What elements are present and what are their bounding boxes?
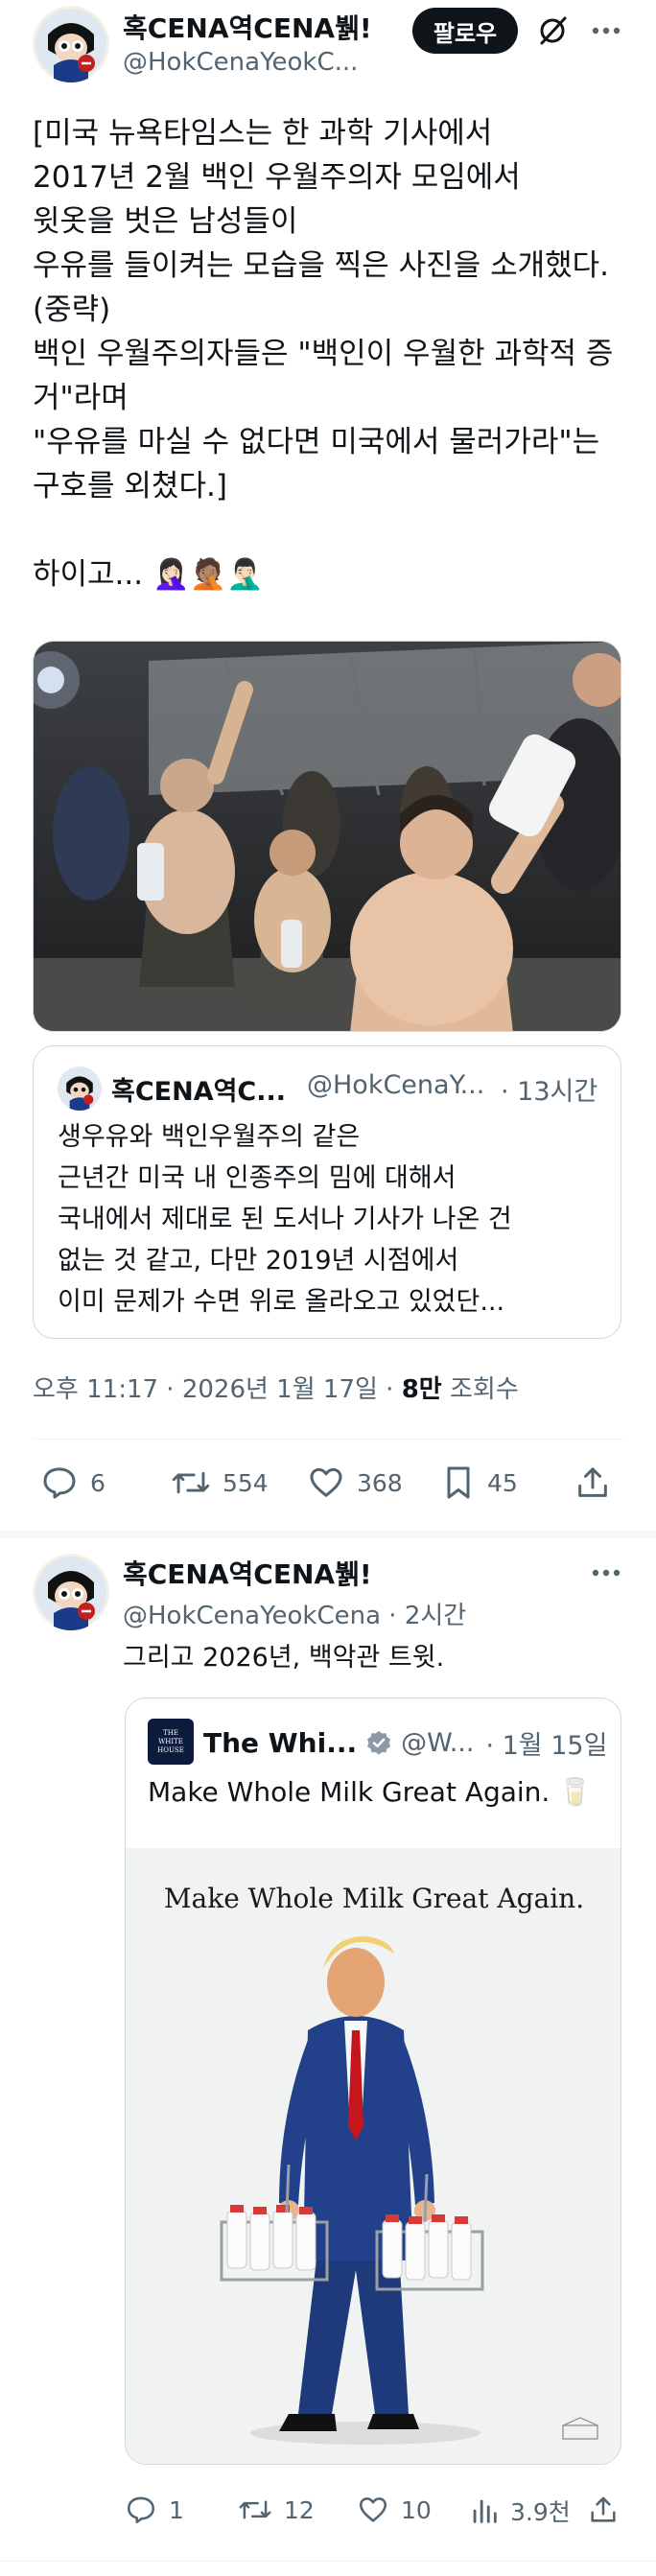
facepalm-emoji: 🤦🏻‍♀️🤦🏽🤦🏻‍♂️	[152, 557, 264, 592]
author-handle[interactable]: @HokCenaYeokC...	[123, 48, 358, 77]
follow-button[interactable]: 팔로우	[412, 8, 518, 54]
tweet-body: [미국 뉴욕타임스는 한 과학 기사에서 2017년 2월 백인 우월주의자 모…	[33, 116, 614, 592]
reply-like-button[interactable]: 10	[357, 2494, 432, 2526]
reply-text: 그리고 2026년, 백악관 트윗.	[123, 1643, 445, 1673]
reply-repost-button[interactable]: 12	[238, 2494, 315, 2526]
quoted-avatar[interactable]	[58, 1066, 102, 1111]
tweet-timestamp[interactable]: 오후 11:17 · 2026년 1월 17일 · 8만 조회수	[33, 1370, 519, 1405]
quoted-author-handle[interactable]: @HokCenaY...	[307, 1070, 484, 1100]
author-name[interactable]: 혹CENA역CENA뷁!	[123, 8, 372, 46]
like-button[interactable]: 368	[307, 1464, 403, 1502]
reply-handle-text[interactable]: @HokCenaYeokCena	[123, 1602, 381, 1630]
reply-icon	[127, 2496, 155, 2524]
quoted-avatar-image	[58, 1066, 102, 1111]
views-count: 8만	[401, 1375, 442, 1404]
reply-button[interactable]: 6	[40, 1464, 105, 1502]
like-count: 368	[357, 1468, 403, 1497]
reply-avatar[interactable]	[33, 1554, 109, 1630]
grok-icon[interactable]	[533, 12, 572, 50]
reply-avatar-image	[33, 1554, 109, 1630]
reply-quote-time[interactable]: · 1월 15일	[485, 1724, 607, 1762]
reply-quote-text: Make Whole Milk Great Again. 🥛	[148, 1776, 593, 1808]
reply-reply-button[interactable]: 1	[125, 2494, 184, 2526]
share-icon	[578, 1467, 607, 1497]
repost-icon	[172, 1471, 210, 1494]
tweet-photo[interactable]	[33, 641, 621, 1032]
repost-button[interactable]: 554	[171, 1464, 269, 1502]
reply-like-count: 10	[401, 2495, 432, 2524]
reply-reply-count: 1	[169, 2495, 184, 2524]
quoted-author-name[interactable]: 혹CENA역C...	[111, 1070, 286, 1108]
bookmark-button[interactable]: 45	[441, 1464, 518, 1502]
verified-badge-icon	[367, 1730, 391, 1755]
reply-quote-handle[interactable]: @W...	[401, 1728, 474, 1758]
reply-author-handle[interactable]: @HokCenaYeokCena · 2시간	[123, 1596, 466, 1631]
reply-more-options-icon[interactable]	[587, 1556, 625, 1590]
analytics-icon	[473, 2499, 497, 2523]
reply-quote-header: The Whi... @W... · 1월 15일	[203, 1724, 607, 1762]
reply-share-button[interactable]	[587, 2494, 631, 2526]
tweet-text: [미국 뉴욕타임스는 한 과학 기사에서 2017년 2월 백인 우월주의자 모…	[33, 111, 632, 597]
reply-views-count: 3.9천	[510, 2498, 571, 2526]
share-button[interactable]	[574, 1464, 623, 1502]
milk-ad-illustration	[126, 1848, 621, 2464]
reply-repost-count: 12	[284, 2495, 315, 2524]
reply-author-name[interactable]: 혹CENA역CENA뷁!	[123, 1554, 372, 1592]
timestamp-text[interactable]: 오후 11:17 · 2026년 1월 17일 ·	[33, 1375, 402, 1404]
repost-count: 554	[223, 1468, 269, 1497]
reply-count: 6	[90, 1468, 105, 1497]
reply-time[interactable]: · 2시간	[388, 1602, 466, 1630]
avatar-image	[33, 6, 109, 82]
heart-icon	[359, 2497, 387, 2522]
repost-icon	[239, 2500, 271, 2519]
thread-separator	[0, 1531, 656, 1538]
bottom-divider	[0, 2561, 656, 2562]
bookmark-icon	[447, 1466, 470, 1499]
quoted-text: 생우유와 백인우월주의 같은 근년간 미국 내 인종주의 밈에 대해서 국내에서…	[58, 1122, 512, 1317]
bookmark-count: 45	[487, 1468, 518, 1497]
white-house-logo-text: THE WHITE HOUSE	[157, 1728, 184, 1754]
milk-ad-image[interactable]: Make Whole Milk Great Again.	[126, 1848, 621, 2464]
reply-quoted-tweet[interactable]: Make Whole Milk Great Again.	[125, 1698, 621, 2465]
milk-ad-caption: Make Whole Milk Great Again.	[163, 1883, 585, 1914]
white-house-logo[interactable]: THE WHITE HOUSE	[148, 1719, 194, 1765]
share-icon	[591, 2496, 616, 2522]
protest-photo-image	[34, 642, 621, 1031]
heart-icon	[310, 1467, 342, 1497]
avatar[interactable]	[33, 6, 109, 82]
divider	[33, 1439, 623, 1440]
quoted-time[interactable]: · 13시간	[501, 1070, 597, 1108]
views-label: 조회수	[441, 1375, 519, 1404]
reply-icon	[43, 1467, 76, 1499]
more-options-icon[interactable]	[587, 12, 625, 50]
reply-views-button[interactable]: 3.9천	[470, 2494, 571, 2528]
reply-quote-author-name[interactable]: The Whi...	[203, 1727, 357, 1759]
